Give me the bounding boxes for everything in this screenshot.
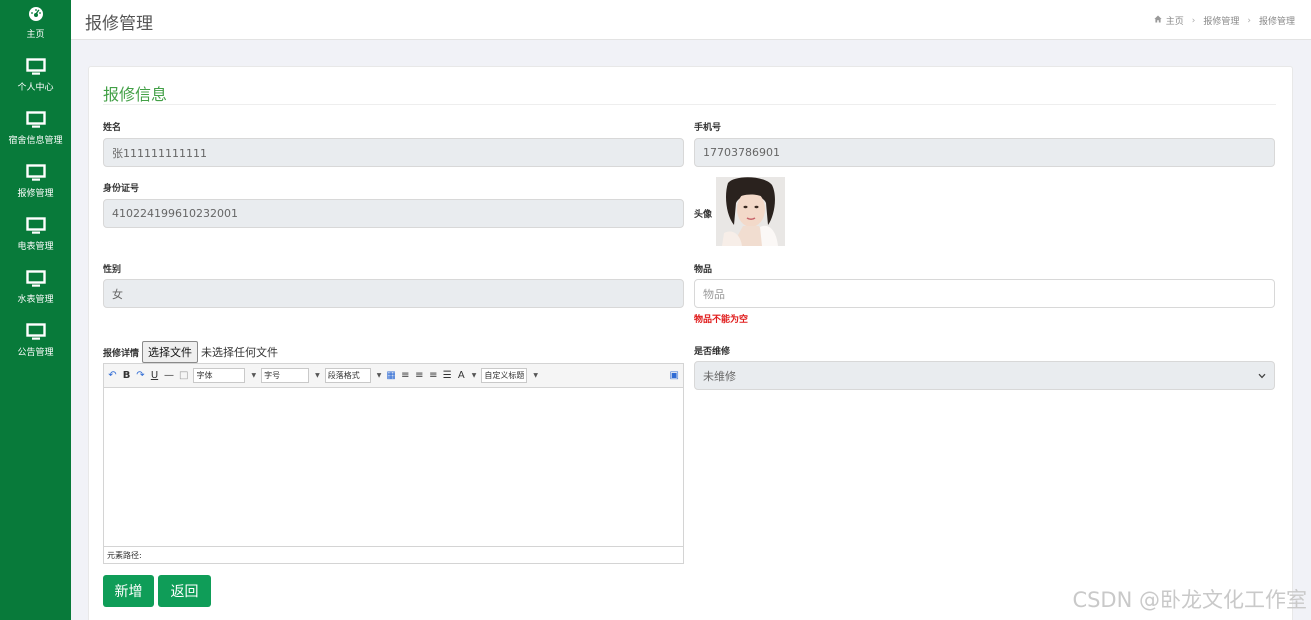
monitor-icon [25, 163, 46, 183]
watermark: CSDN @卧龙文化工作室 [1072, 588, 1307, 612]
custom-title-select[interactable]: 自定义标题 [481, 368, 528, 383]
chevron-down-icon[interactable]: ▼ [377, 372, 382, 379]
paragraph-select-value: 段落格式 [327, 371, 360, 380]
sidebar-item-dorm[interactable]: 宿舍信息管理 [0, 101, 71, 154]
align-center-icon[interactable]: ≡ [415, 370, 424, 381]
chevron-down-icon[interactable]: ▼ [533, 372, 538, 379]
align-right-icon[interactable]: ≡ [429, 370, 438, 381]
sidebar-item-notice[interactable]: 公告管理 [0, 313, 71, 366]
choose-file-button[interactable]: 选择文件 [142, 341, 199, 363]
sidebar-item-electric[interactable]: 电表管理 [0, 207, 71, 260]
id-card-label: 身份证号 [103, 184, 140, 194]
repaired-select-value: 未维修 [703, 369, 736, 383]
repaired-label: 是否维修 [694, 347, 731, 357]
chevron-down-icon[interactable]: ▼ [315, 372, 320, 379]
font-family-select[interactable]: 字体 [193, 368, 246, 383]
phone-label: 手机号 [694, 123, 722, 133]
back-button[interactable]: 返回 [158, 575, 211, 607]
font-size-select[interactable]: 字号 [261, 368, 310, 383]
file-status-text: 未选择任何文件 [201, 346, 279, 359]
monitor-icon [25, 110, 46, 130]
repaired-select[interactable]: 未维修 [694, 361, 1275, 390]
font-family-select-value: 字体 [196, 371, 213, 380]
sidebar-item-label: 主页 [26, 30, 45, 40]
underline-icon[interactable]: U [150, 370, 159, 381]
chevron-down-icon[interactable]: ▼ [251, 372, 256, 379]
item-error-message: 物品不能为空 [694, 315, 749, 325]
name-field[interactable]: 张111111111111 [103, 138, 684, 167]
align-justify-icon[interactable]: ☰ [443, 370, 452, 381]
sidebar-item-label: 报修管理 [17, 188, 54, 199]
rich-text-editor: ↶ B ↷ U — □ 字体 ▼ 字号 ▼ 段落格式 ▼ ▦ ≡ ≡ ≡ ☰ A… [103, 363, 684, 564]
sidebar-item-home[interactable]: 主页 [0, 0, 71, 44]
section-title: 报修信息 [103, 85, 168, 104]
divider [103, 104, 1276, 105]
home-icon [1154, 15, 1162, 26]
avatar[interactable] [716, 177, 785, 246]
custom-title-select-value: 自定义标题 [484, 371, 525, 380]
item-input[interactable]: 物品 [694, 279, 1275, 308]
paste-icon[interactable]: □ [179, 370, 188, 381]
bold-icon[interactable]: B [122, 370, 131, 381]
editor-toolbar: ↶ B ↷ U — □ 字体 ▼ 字号 ▼ 段落格式 ▼ ▦ ≡ ≡ ≡ ☰ A… [104, 364, 683, 388]
gender-field[interactable]: 女 [103, 279, 684, 308]
horizontal-rule-icon[interactable]: — [164, 370, 174, 381]
monitor-icon [25, 57, 46, 77]
chevron-down-icon [1258, 369, 1266, 382]
details-label: 报修详情 [103, 348, 140, 359]
item-label: 物品 [694, 265, 713, 275]
breadcrumb-home[interactable]: 主页 [1166, 14, 1184, 27]
monitor-icon [25, 216, 46, 236]
font-color-icon[interactable]: A [457, 370, 466, 381]
add-button[interactable]: 新增 [103, 575, 154, 607]
element-path-label: 元素路径: [107, 550, 142, 560]
sidebar-item-repair[interactable]: 报修管理 [0, 154, 71, 207]
chevron-right-icon: › [1247, 15, 1251, 26]
sidebar-item-label: 个人中心 [17, 82, 54, 93]
monitor-icon [25, 269, 46, 289]
redo-icon[interactable]: ↷ [136, 370, 145, 381]
gender-label: 性别 [103, 265, 122, 275]
sidebar: 主页 个人中心 宿舍信息管理 报修管理 电表管理 水表管理 公告管理 [0, 0, 71, 620]
id-card-field[interactable]: 410224199610232001 [103, 199, 684, 228]
sidebar-item-label: 宿舍信息管理 [8, 135, 63, 146]
sidebar-item-label: 水表管理 [17, 294, 54, 305]
paragraph-select[interactable]: 段落格式 [324, 368, 371, 383]
sidebar-item-label: 公告管理 [17, 347, 54, 358]
chevron-right-icon: › [1191, 15, 1196, 26]
top-header: 报修管理 主页 › 报修管理 › 报修管理 [71, 0, 1311, 40]
sidebar-item-profile[interactable]: 个人中心 [0, 48, 71, 101]
fullscreen-icon[interactable]: ▣ [670, 370, 679, 381]
editor-status-bar: 元素路径: [104, 546, 683, 563]
phone-field[interactable]: 17703786901 [694, 138, 1275, 167]
editor-content-area[interactable] [104, 388, 683, 546]
sidebar-item-water[interactable]: 水表管理 [0, 260, 71, 313]
chevron-down-icon[interactable]: ▼ [472, 372, 477, 379]
dashboard-icon [26, 4, 46, 24]
table-icon[interactable]: ▦ [386, 370, 395, 381]
avatar-label: 头像 [694, 210, 713, 220]
name-label: 姓名 [103, 123, 122, 133]
breadcrumb-current: 报修管理 [1258, 17, 1295, 27]
undo-icon[interactable]: ↶ [108, 370, 117, 381]
repair-form-card: 报修信息 姓名 张111111111111 手机号 17703786901 身份… [88, 66, 1293, 620]
align-left-icon[interactable]: ≡ [401, 370, 410, 381]
monitor-icon [25, 322, 46, 342]
sidebar-item-label: 电表管理 [17, 241, 54, 252]
page-title: 报修管理 [85, 14, 153, 34]
font-size-select-value: 字号 [264, 371, 281, 380]
details-file-row: 报修详情 选择文件 未选择任何文件 [103, 341, 278, 363]
breadcrumb: 主页 › 报修管理 › 报修管理 [1154, 14, 1295, 27]
breadcrumb-item[interactable]: 报修管理 [1203, 14, 1239, 27]
